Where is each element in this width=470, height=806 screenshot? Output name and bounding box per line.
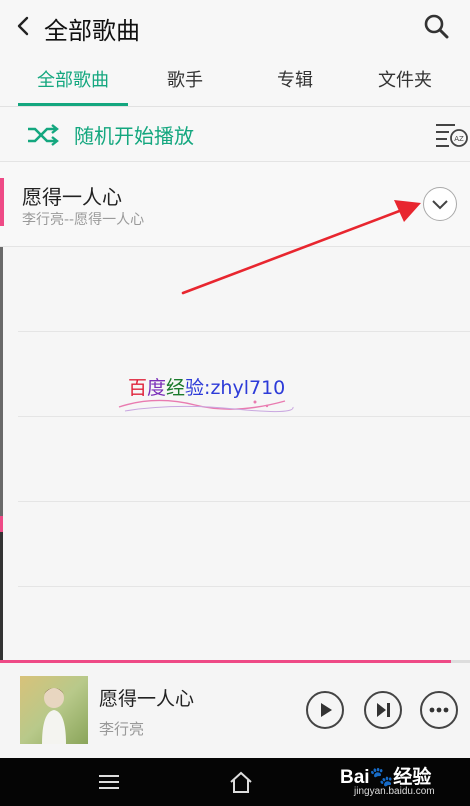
back-icon[interactable] xyxy=(12,14,36,38)
tab-bar: 全部歌曲 歌手 专辑 文件夹 xyxy=(0,56,470,107)
logo-url: jingyan.baidu.com xyxy=(354,786,435,797)
next-icon xyxy=(377,703,390,717)
tab-artists[interactable]: 歌手 xyxy=(130,56,240,106)
current-song-marker xyxy=(0,178,4,226)
shuffle-play-label[interactable]: 随机开始播放 xyxy=(74,120,194,149)
list-divider xyxy=(18,416,470,417)
more-icon xyxy=(429,707,449,713)
tab-albums[interactable]: 专辑 xyxy=(240,56,350,106)
now-playing-artist: 李行亮 xyxy=(99,720,145,738)
tab-all-songs[interactable]: 全部歌曲 xyxy=(18,56,128,106)
menu-icon[interactable] xyxy=(97,772,121,792)
song-title[interactable]: 愿得一人心 xyxy=(22,181,122,210)
play-icon xyxy=(321,703,332,717)
watermark-decoration xyxy=(118,399,294,413)
home-icon[interactable] xyxy=(228,769,254,795)
logo-brand-cn: 经验 xyxy=(393,767,432,788)
svg-text:AZ: AZ xyxy=(454,135,464,143)
tab-folders[interactable]: 文件夹 xyxy=(350,56,460,106)
search-icon[interactable] xyxy=(423,13,449,39)
baidu-jingyan-logo: Bai🐾经验 xyxy=(340,767,432,788)
play-button[interactable] xyxy=(306,691,344,729)
chevron-down-icon xyxy=(432,200,448,210)
now-playing-title[interactable]: 愿得一人心 xyxy=(99,684,194,711)
sort-az-icon[interactable]: AZ xyxy=(435,120,469,150)
song-options-button[interactable] xyxy=(423,187,457,221)
more-button[interactable] xyxy=(420,691,458,729)
page-title: 全部歌曲 xyxy=(44,17,140,45)
album-art[interactable] xyxy=(20,676,88,744)
next-button[interactable] xyxy=(364,691,402,729)
shuffle-icon[interactable] xyxy=(26,123,60,147)
song-artist-album: 李行亮--愿得一人心 xyxy=(22,212,145,228)
logo-brand: Bai xyxy=(340,767,370,788)
list-divider xyxy=(18,501,470,502)
shuffle-play-bar[interactable] xyxy=(0,107,470,162)
list-divider xyxy=(18,331,470,332)
active-tab-indicator xyxy=(18,103,128,106)
list-divider xyxy=(18,586,470,587)
